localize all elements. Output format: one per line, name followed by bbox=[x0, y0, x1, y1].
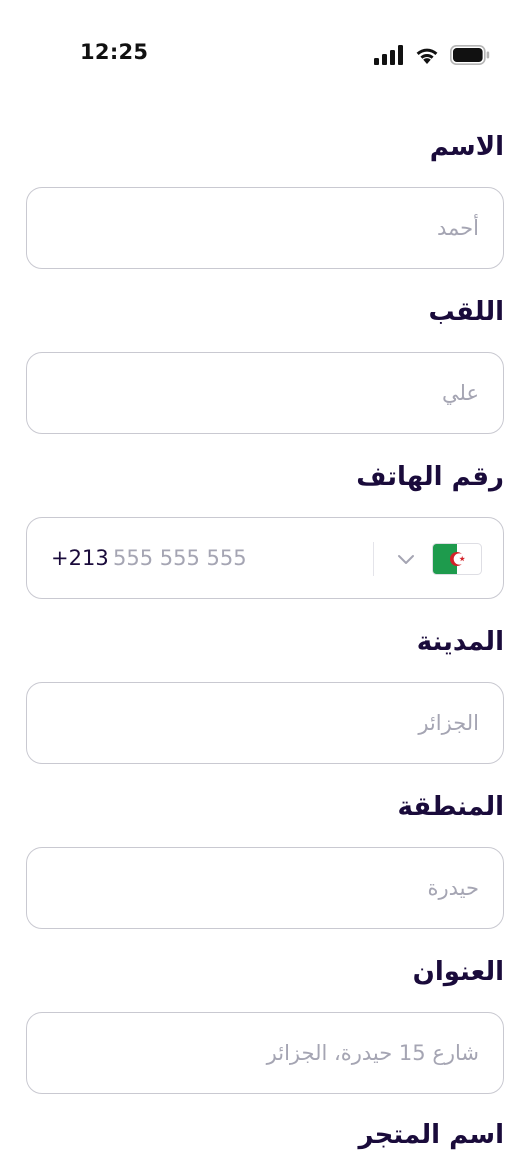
city-label: المدينة bbox=[416, 627, 504, 657]
chevron-down-icon[interactable] bbox=[395, 548, 417, 570]
last-name-input[interactable]: علي bbox=[26, 352, 504, 434]
address-input[interactable]: شارع 15 حيدرة، الجزائر bbox=[26, 1012, 504, 1094]
address-label: العنوان bbox=[412, 957, 504, 987]
city-placeholder: الجزائر bbox=[418, 711, 479, 735]
region-input[interactable]: حيدرة bbox=[26, 847, 504, 929]
first-name-placeholder: أحمد bbox=[437, 216, 479, 240]
phone-divider bbox=[373, 542, 374, 576]
region-label: المنطقة bbox=[397, 792, 504, 822]
phone-label: رقم الهاتف bbox=[356, 462, 504, 492]
store-name-label: اسم المتجر bbox=[358, 1120, 504, 1150]
phone-input-group: +213 555 555 555 bbox=[26, 517, 504, 599]
first-name-input[interactable]: أحمد bbox=[26, 187, 504, 269]
phone-country-code: +213 bbox=[51, 546, 109, 570]
phone-number-input[interactable]: 555 555 555 bbox=[113, 546, 247, 570]
last-name-placeholder: علي bbox=[442, 381, 479, 405]
registration-form: الاسم أحمد اللقب علي رقم الهاتف +213 555… bbox=[0, 0, 530, 1150]
region-placeholder: حيدرة bbox=[427, 876, 480, 900]
algeria-flag-icon[interactable] bbox=[432, 543, 482, 575]
last-name-label: اللقب bbox=[428, 297, 504, 327]
address-placeholder: شارع 15 حيدرة، الجزائر bbox=[266, 1041, 479, 1065]
first-name-label: الاسم bbox=[429, 132, 504, 162]
city-input[interactable]: الجزائر bbox=[26, 682, 504, 764]
